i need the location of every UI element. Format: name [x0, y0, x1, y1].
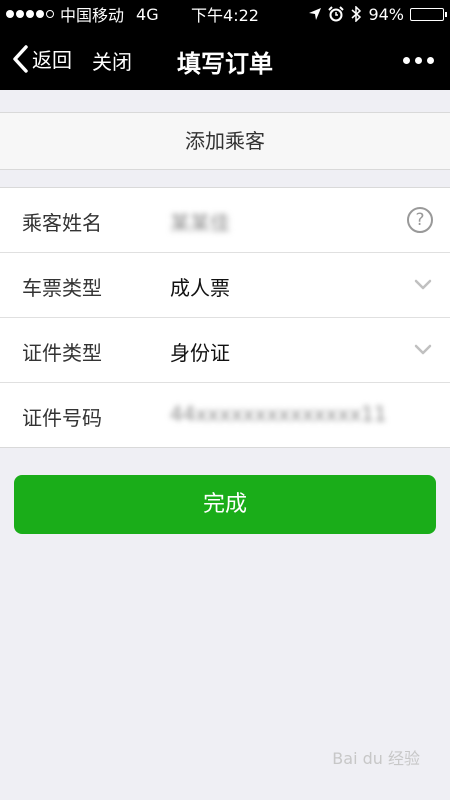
- watermark: Bai du 经验: [332, 749, 420, 768]
- passenger-name-label: 乘客姓名: [22, 211, 102, 235]
- ticket-type-value[interactable]: 成人票: [170, 272, 230, 301]
- form-row-name[interactable]: 乘客姓名 某某佳 ?: [0, 188, 450, 253]
- status-right: 94%: [308, 4, 447, 24]
- passenger-name-value[interactable]: 某某佳: [170, 207, 230, 236]
- passenger-form: 乘客姓名 某某佳 ? 车票类型 成人票 证件类型 身份证 证件号码 44xxxx…: [0, 187, 450, 448]
- id-type-label: 证件类型: [22, 341, 102, 365]
- id-number-value[interactable]: 44xxxxxxxxxxxxxx11: [170, 402, 387, 426]
- ticket-type-label: 车票类型: [22, 276, 102, 300]
- form-row-id-number[interactable]: 证件号码 44xxxxxxxxxxxxxx11: [0, 383, 450, 447]
- status-bar: 中国移动 4G 下午4:22 94%: [0, 0, 450, 28]
- back-label: 返回: [32, 48, 72, 72]
- chevron-left-icon: [13, 44, 28, 73]
- more-dots-icon[interactable]: [403, 57, 434, 64]
- battery-percent: 94%: [368, 4, 404, 24]
- form-row-id-type[interactable]: 证件类型 身份证: [0, 318, 450, 383]
- form-row-ticket-type[interactable]: 车票类型 成人票: [0, 253, 450, 318]
- add-passenger-button[interactable]: 添加乘客: [0, 112, 450, 170]
- back-button[interactable]: 返回: [12, 44, 72, 73]
- nav-bar: 返回 关闭 填写订单: [0, 28, 450, 90]
- chevron-down-icon[interactable]: [414, 279, 432, 290]
- id-number-label: 证件号码: [22, 406, 102, 430]
- done-button[interactable]: 完成: [14, 475, 436, 534]
- chevron-down-icon[interactable]: [414, 344, 432, 355]
- page-title: 填写订单: [177, 50, 273, 78]
- location-arrow-icon: [309, 8, 322, 20]
- alarm-icon: [328, 6, 345, 22]
- bluetooth-icon: [351, 6, 362, 22]
- help-circle-icon[interactable]: ?: [407, 207, 433, 233]
- battery-icon: [410, 7, 447, 21]
- id-type-value[interactable]: 身份证: [170, 337, 230, 366]
- close-button[interactable]: 关闭: [92, 46, 132, 75]
